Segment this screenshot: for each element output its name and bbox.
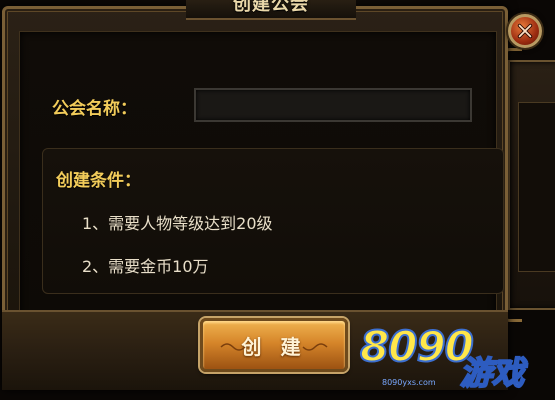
game-screen: 创建公会 公会名称： 创建条件： 1、需要人物等级达到20级 2、需要金币10万… xyxy=(0,0,555,400)
site-watermark-logo: 8090 游戏 8090yxs.com xyxy=(359,318,550,398)
condition-item: 1、需要人物等级达到20级 xyxy=(82,214,273,233)
guild-name-label: 公会名称： xyxy=(52,99,137,119)
guild-name-input[interactable] xyxy=(194,88,472,122)
condition-item: 2、需要金币10万 xyxy=(82,257,209,276)
ornament-icon xyxy=(220,343,246,351)
logo-number: 8090 xyxy=(359,321,475,372)
create-button[interactable]: 创 建 xyxy=(200,318,348,372)
conditions-title: 创建条件： xyxy=(56,171,141,191)
side-panel-inner xyxy=(518,102,555,272)
dialog-title: 创建公会 xyxy=(233,0,309,15)
close-x-icon xyxy=(517,23,533,39)
background-side-panel xyxy=(500,48,555,322)
close-button[interactable] xyxy=(508,14,542,48)
create-button-label: 创 建 xyxy=(241,334,307,359)
ornament-icon xyxy=(302,343,328,351)
logo-url: 8090yxs.com xyxy=(382,378,436,387)
logo-text: 游戏 xyxy=(459,353,525,393)
